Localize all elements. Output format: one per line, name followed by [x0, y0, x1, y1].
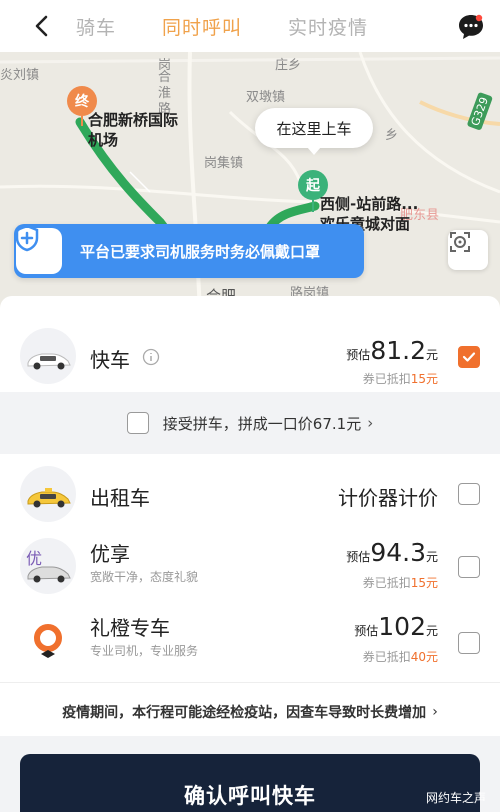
youxiang-name: 优享 — [90, 542, 130, 566]
confirm-call-label: 确认呼叫快车 — [184, 784, 316, 808]
chevron-right-icon: › — [367, 414, 374, 432]
option-taxi[interactable]: 出租车 计价器计价 — [0, 458, 500, 528]
express-price: 预估81.2元 — [346, 336, 438, 365]
destination-label: 合肥新桥国际 机场 — [88, 111, 179, 149]
taxi-checkbox[interactable] — [458, 483, 480, 505]
express-checkbox[interactable] — [458, 346, 480, 368]
info-icon[interactable] — [142, 348, 160, 366]
carpool-option[interactable]: 接受拼车，拼成一口价67.1元 › — [0, 392, 500, 454]
taxi-car-image — [20, 466, 76, 522]
youxiang-coupon: 券已抵扣15元 — [362, 576, 438, 590]
licheng-checkbox[interactable] — [458, 632, 480, 654]
pickup-here-bubble[interactable]: 在这里上车 — [255, 108, 373, 155]
licheng-sub: 专业司机，专业服务 — [90, 644, 199, 658]
back-button[interactable] — [20, 5, 62, 47]
chevron-right-icon: › — [432, 704, 438, 720]
chevron-left-icon — [35, 15, 48, 37]
youxiang-sub: 宽敞干净，态度礼貌 — [90, 570, 199, 584]
tab-epidemic-info[interactable]: 实时疫情 — [288, 13, 368, 40]
express-name: 快车 — [90, 348, 130, 372]
carpool-text: 接受拼车，拼成一口价67.1元 — [162, 414, 362, 433]
epidemic-notice-text: 疫情期间，本行程可能途经检疫站，因查车导致时长费增加 — [62, 705, 427, 721]
map-label-shuangdun: 双墩镇 — [246, 90, 286, 105]
express-coupon: 券已抵扣15元 — [362, 372, 438, 386]
destination-pin-stem — [81, 116, 83, 126]
locate-button[interactable] — [448, 230, 488, 270]
message-button[interactable] — [452, 8, 490, 46]
licheng-name: 礼橙专车 — [90, 616, 170, 640]
option-youxiang[interactable]: 优 优享 宽敞干净，态度礼貌 预估94.3元 券已抵扣15元 — [0, 528, 500, 602]
service-tabs: 骑车 同时呼叫 实时疫情 — [76, 13, 414, 40]
car-options-sheet: 快车 预估81.2元 券已抵扣15元 接受拼车，拼成一口价67.1元 › 出租车… — [0, 296, 500, 812]
tab-simultaneous-call[interactable]: 同时呼叫 — [162, 13, 242, 40]
mask-notice-banner[interactable]: 平台已要求司机服务时务必佩戴口罩 — [14, 224, 364, 278]
taxi-price-text: 计价器计价 — [338, 486, 438, 510]
licheng-coupon: 券已抵扣40元 — [362, 650, 438, 664]
mask-notice-text: 平台已要求司机服务时务必佩戴口罩 — [80, 242, 321, 261]
youxiang-car-image: 优 — [20, 538, 76, 594]
chat-bubble-icon — [459, 14, 483, 39]
taxi-name: 出租车 — [90, 486, 150, 510]
carpool-checkbox[interactable] — [126, 412, 149, 434]
divider — [0, 682, 500, 683]
svg-text:优: 优 — [26, 549, 42, 568]
option-licheng[interactable]: 礼橙专车 专业司机，专业服务 预估102元 券已抵扣40元 — [0, 602, 500, 678]
option-express[interactable]: 快车 预估81.2元 券已抵扣15元 — [0, 296, 500, 392]
top-nav-bar: 骑车 同时呼叫 实时疫情 — [0, 0, 500, 52]
tab-bike[interactable]: 骑车 — [76, 13, 116, 40]
express-car-image — [20, 328, 76, 384]
map-label-gangji: 岗集镇 — [204, 156, 244, 171]
map-label-yanlie: 炎刘镇 — [0, 68, 40, 83]
youxiang-checkbox[interactable] — [458, 556, 480, 578]
map-label-zhuanxiang: 庄乡 — [275, 58, 302, 73]
youxiang-price: 预估94.3元 — [346, 538, 438, 567]
map-view[interactable]: 炎刘镇 岗 合 淮 路 庄乡 双墩镇 乡 岗集镇 合肥 路岗镇 肥东县 G329… — [0, 52, 500, 312]
confirm-call-button[interactable]: 确认呼叫快车 — [20, 754, 480, 812]
licheng-logo — [20, 612, 76, 668]
epidemic-notice[interactable]: 疫情期间，本行程可能途经检疫站，因查车导致时长费增加 › — [0, 692, 500, 732]
locate-icon — [450, 232, 470, 252]
licheng-price: 预估102元 — [354, 612, 438, 641]
watermark: 网约车之声 — [425, 791, 486, 805]
origin-pin-stem — [312, 200, 314, 212]
shield-plus-icon — [15, 224, 62, 274]
map-label-xiang: 乡 — [385, 128, 399, 143]
